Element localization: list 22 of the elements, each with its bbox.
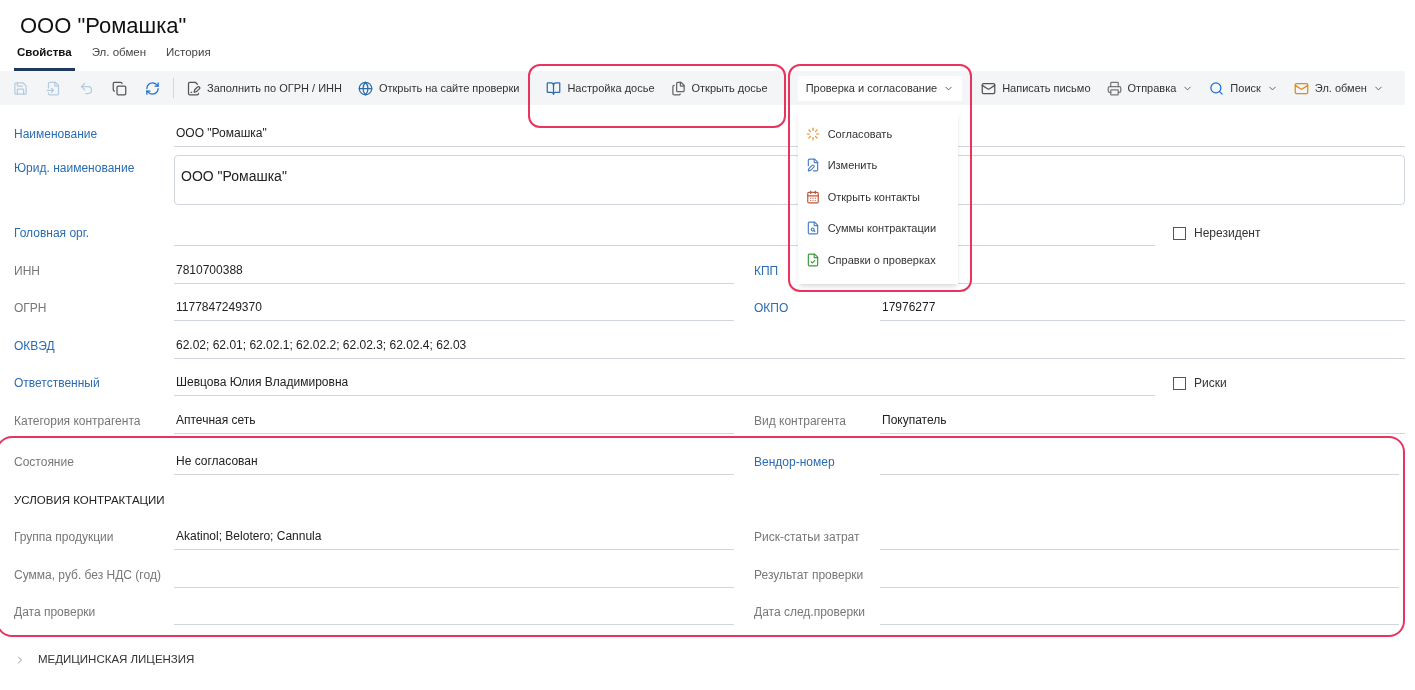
field-label: Головная орг.	[14, 225, 91, 243]
field-label: Наименование	[14, 125, 99, 143]
page-title: ООО "Ромашка"	[19, 12, 188, 40]
field-label: ОГРН	[14, 300, 48, 318]
field-label: Ответственный	[14, 375, 101, 393]
field-label: Состояние	[14, 454, 75, 472]
field-label: Категория контрагента	[14, 412, 142, 430]
field-label: Вид контрагента	[754, 412, 848, 430]
field-label: Юрид. наименование	[14, 159, 136, 177]
field-label: ОКВЭД	[14, 337, 56, 355]
field-label: ОКПО	[754, 300, 790, 318]
field-label: Вендор-номер	[754, 454, 836, 472]
checkbox-label: Риски	[1194, 375, 1227, 393]
field-label: ИНН	[14, 262, 41, 280]
field-label: Риск-статьи затрат	[754, 529, 861, 547]
field-label: Группа продукции	[14, 529, 115, 547]
field-label: Дата проверки	[14, 604, 97, 622]
checkbox-label: Нерезидент	[1194, 225, 1261, 243]
field-label: Результат проверки	[754, 566, 865, 584]
field-label: Дата след.проверки	[754, 604, 867, 622]
section-heading: УСЛОВИЯ КОНТРАКТАЦИИ	[14, 492, 165, 508]
field-label: Сумма, руб. без НДС (год)	[14, 566, 162, 584]
